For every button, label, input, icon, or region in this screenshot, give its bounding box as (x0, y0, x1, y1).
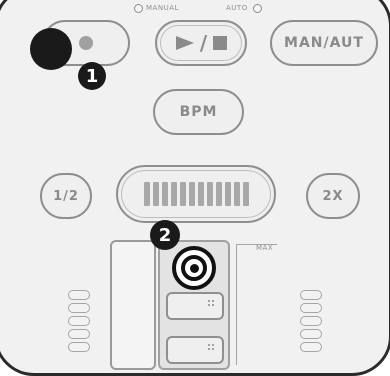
bpm-button[interactable]: BPM (153, 89, 244, 135)
double-tempo-label: 2X (322, 188, 344, 204)
callout-2: 2 (150, 220, 180, 250)
tempo-meter-bars (143, 182, 249, 206)
grip-dots-icon (208, 300, 216, 308)
record-dot-icon (79, 36, 93, 50)
target-ring-icon[interactable] (172, 246, 216, 290)
left-fader-slot (110, 240, 156, 370)
man-aut-label: MAN/AUT (284, 35, 364, 51)
finger-press-marker (30, 28, 72, 70)
max-label: MAX (256, 244, 274, 252)
play-stop-icon: / (174, 31, 228, 55)
manual-indicator-ring (134, 4, 143, 13)
fader-key-1[interactable] (166, 292, 224, 320)
callout-1: 1 (78, 62, 106, 90)
play-stop-button[interactable]: / (155, 20, 247, 66)
fader-key-2[interactable] (166, 336, 224, 364)
auto-indicator-ring (253, 4, 262, 13)
tempo-display (116, 165, 276, 223)
auto-label: AUTO (226, 4, 248, 12)
half-tempo-label: 1/2 (53, 188, 79, 204)
man-aut-button[interactable]: MAN/AUT (270, 20, 378, 66)
bpm-label: BPM (179, 104, 218, 120)
grip-dots-icon (208, 344, 216, 352)
max-bracket (236, 244, 277, 365)
double-tempo-button[interactable]: 2X (306, 173, 360, 219)
half-tempo-button[interactable]: 1/2 (40, 173, 92, 219)
right-level-leds (300, 290, 322, 352)
left-level-leds (68, 290, 90, 352)
manual-label: MANUAL (146, 4, 179, 12)
